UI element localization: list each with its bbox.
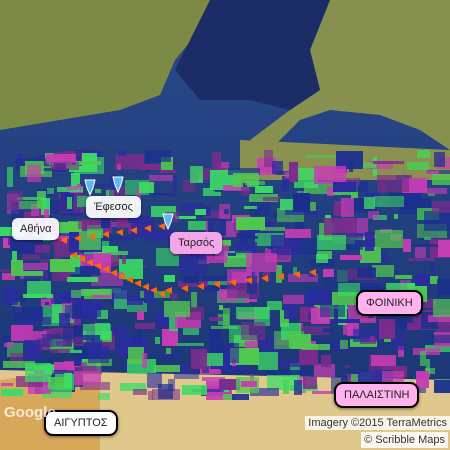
scribble-maps-link[interactable]: © Scribble Maps	[361, 432, 448, 448]
place-label-ephesus[interactable]: Έφεσος	[86, 196, 141, 218]
place-label-tarsus[interactable]: Ταρσός	[170, 232, 223, 254]
google-logo: Google	[4, 404, 56, 421]
map-canvas[interactable]: Αθήνα Έφεσος Ταρσός ΦΟΙΝΙΚΗ ΠΑΛΑΙΣΤΙΝΗ Α…	[0, 0, 450, 450]
place-label-palestine[interactable]: ΠΑΛΑΙΣΤΙΝΗ	[334, 382, 420, 408]
place-label-phoenicia[interactable]: ΦΟΙΝΙΚΗ	[356, 290, 423, 316]
imagery-attribution: Imagery ©2015 TerraMetrics	[305, 416, 450, 430]
place-label-athens[interactable]: Αθήνα	[12, 218, 60, 240]
pin-icon[interactable]	[82, 178, 98, 196]
pin-icon[interactable]	[110, 175, 126, 193]
pin-icon[interactable]	[160, 212, 176, 230]
